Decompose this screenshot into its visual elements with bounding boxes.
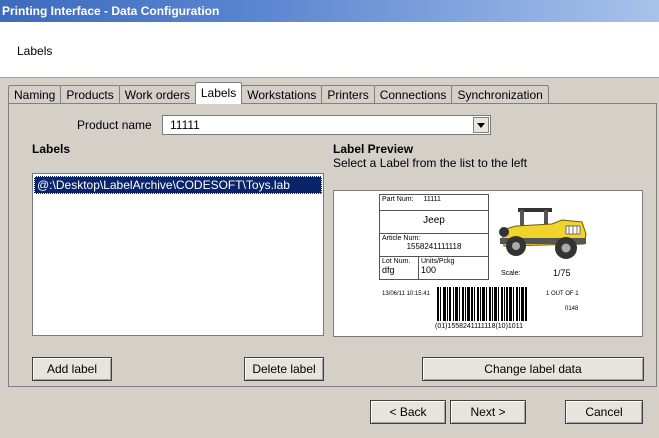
part-num-label: Part Num: xyxy=(382,196,414,203)
tab-strip: Naming Products Work orders Labels Works… xyxy=(8,82,549,104)
jeep-image xyxy=(499,208,587,259)
next-button[interactable]: Next > xyxy=(450,400,526,424)
label-preview-heading: Label Preview xyxy=(333,142,414,156)
tab-products[interactable]: Products xyxy=(60,85,120,104)
wizard-header: Labels xyxy=(0,22,659,78)
tab-naming[interactable]: Naming xyxy=(8,85,62,104)
window-title: Printing Interface - Data Configuration xyxy=(2,4,220,18)
scale-value: 1/75 xyxy=(553,268,571,278)
barcode-image xyxy=(437,287,527,321)
part-num-cell: Part Num: 11111 xyxy=(379,194,489,211)
tab-printers[interactable]: Printers xyxy=(321,85,375,104)
add-label-button[interactable]: Add label xyxy=(32,357,112,381)
tab-work-orders[interactable]: Work orders xyxy=(118,85,196,104)
article-num-cell: Article Num: 1558241111118 xyxy=(379,233,489,257)
label-preview-hint: Select a Label from the list to the left xyxy=(333,156,528,170)
units-value: 100 xyxy=(421,265,437,275)
change-label-data-button[interactable]: Change label data xyxy=(422,357,644,381)
product-name-value: 11111 xyxy=(170,118,200,132)
list-item[interactable]: @:\Desktop\LabelArchive\CODESOFT\Toys.la… xyxy=(34,176,322,194)
chevron-down-icon xyxy=(477,122,485,128)
window-title-bar: Printing Interface - Data Configuration xyxy=(0,0,659,22)
cancel-button[interactable]: Cancel xyxy=(565,400,643,424)
label-count: 1 OUT OF 1 xyxy=(546,291,579,297)
delete-label-button[interactable]: Delete label xyxy=(244,357,324,381)
label-timestamp: 13/06/11 10:15:41 xyxy=(382,291,430,297)
tab-synchronization[interactable]: Synchronization xyxy=(451,85,549,104)
labels-list[interactable]: @:\Desktop\LabelArchive\CODESOFT\Toys.la… xyxy=(32,173,324,336)
lot-num-value: dfg xyxy=(382,265,395,275)
wizard-footer xyxy=(0,387,659,438)
label-product-name: Jeep xyxy=(423,215,445,226)
units-cell: Units/Pckg 100 xyxy=(418,256,489,280)
barcode-text: (01)1558241111118(10)1011 xyxy=(435,323,523,330)
article-num-value: 1558241111118 xyxy=(406,242,462,251)
label-preview-pane: Part Num: 11111 Jeep Article Num: 155824… xyxy=(333,190,643,337)
scale-label: Scale: xyxy=(501,270,521,277)
product-name-cell: Jeep xyxy=(379,210,489,234)
part-num-value: 11111 xyxy=(423,196,441,203)
dropdown-button[interactable] xyxy=(473,117,489,133)
tab-workstations[interactable]: Workstations xyxy=(241,85,323,104)
labels-heading: Labels xyxy=(32,142,71,156)
step-title: Labels xyxy=(17,44,53,58)
tab-connections[interactable]: Connections xyxy=(373,85,453,104)
product-name-select[interactable]: 11111 xyxy=(162,115,491,135)
label-code: 0148 xyxy=(565,306,579,312)
label-preview-image: Part Num: 11111 Jeep Article Num: 155824… xyxy=(379,194,596,333)
product-name-label: Product name xyxy=(77,118,152,132)
lot-num-cell: Lot Num. dfg xyxy=(379,256,419,280)
back-button[interactable]: < Back xyxy=(370,400,446,424)
tab-labels[interactable]: Labels xyxy=(194,82,243,104)
